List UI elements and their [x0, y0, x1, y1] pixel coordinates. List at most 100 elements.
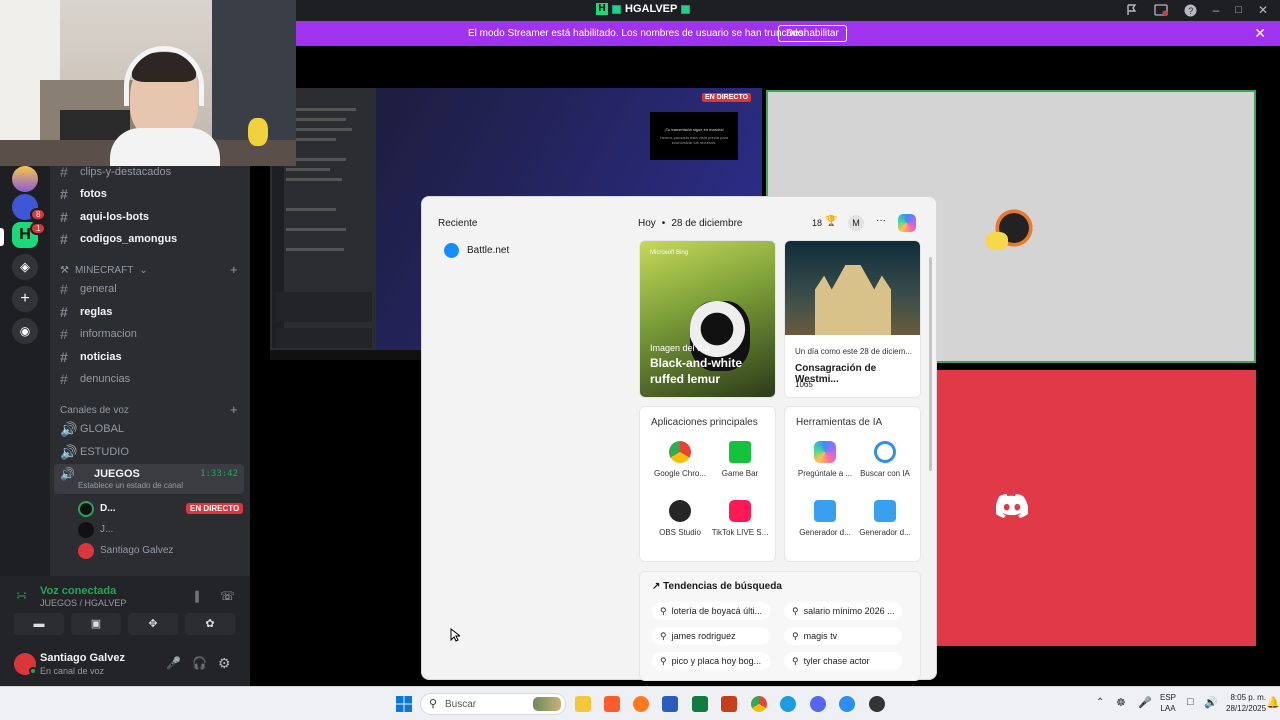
clock[interactable]: 8:05 p. m. 28/12/2025: [1226, 692, 1266, 714]
channel-denuncias[interactable]: # denuncias: [60, 369, 130, 389]
channel-noticias[interactable]: # noticias: [60, 347, 122, 367]
app-label: Game Bar: [721, 469, 759, 478]
ai-generator-1[interactable]: Generador d...: [795, 500, 855, 537]
hash-icon: #: [60, 326, 68, 342]
more-options-button[interactable]: ···: [876, 215, 886, 226]
language-indicator[interactable]: ESP LAA: [1160, 692, 1176, 714]
disable-streamer-button[interactable]: Deshabilitar: [778, 25, 847, 42]
windows-start-icon[interactable]: [396, 696, 412, 712]
search-trends-card: ↗ Tendencias de búsqueda ⚲ lotería de boy…: [639, 571, 921, 681]
channel-codigos-amongus[interactable]: # codigos_amongus: [60, 229, 177, 249]
image-of-day-card[interactable]: Microsoft Bing Imagen del día Black-and-…: [639, 240, 776, 398]
channel-status[interactable]: Establece un estado de canal: [78, 481, 183, 490]
microphone-icon[interactable]: 🎤: [166, 656, 181, 670]
voice-user-row[interactable]: Santiago Galvez: [78, 542, 244, 560]
trend-item[interactable]: ⚲ tyler chase actor: [784, 652, 902, 670]
help-icon[interactable]: ?: [1184, 4, 1197, 17]
voice-status[interactable]: Voz conectada: [40, 585, 116, 597]
app-obs-studio[interactable]: OBS Studio: [650, 500, 710, 537]
speaker-icon: 🔊: [60, 467, 75, 481]
flag-icon[interactable]: [1126, 4, 1138, 16]
activities-button[interactable]: ✥: [128, 613, 178, 635]
chevron-up-icon[interactable]: ⌃: [1096, 697, 1104, 708]
word-icon[interactable]: [662, 696, 678, 712]
add-voice-channel-button[interactable]: +: [230, 402, 238, 417]
voice-channel-juegos[interactable]: 🔊 JUEGOS 1:33:42 Establece un estado de …: [54, 464, 244, 494]
screen-share-button[interactable]: ▣: [71, 613, 121, 635]
channel-fotos[interactable]: # fotos: [60, 184, 107, 204]
add-server-icon[interactable]: +: [12, 286, 38, 312]
voice-location[interactable]: JUEGOS / HGALVEP: [40, 598, 126, 608]
participant-tile-discord[interactable]: [937, 370, 1256, 646]
banner-text: El modo Streamer está habilitado. Los no…: [468, 28, 806, 39]
channel-reglas[interactable]: # reglas: [60, 302, 112, 322]
speaker-icon: 🔊: [60, 443, 78, 460]
profile-avatar[interactable]: M: [848, 215, 864, 231]
duck-sticker: [986, 232, 1008, 250]
discover-icon[interactable]: ◈: [12, 254, 38, 280]
ai-search[interactable]: Buscar con IA: [855, 441, 915, 478]
app-tiktok-live[interactable]: TikTok LIVE S...: [710, 500, 770, 537]
camera-off-button[interactable]: ▬: [14, 613, 64, 635]
copilot-icon[interactable]: [898, 214, 916, 232]
inbox-icon[interactable]: [1153, 4, 1168, 16]
user-name[interactable]: Santiago Galvez: [40, 652, 125, 664]
server-icon[interactable]: [12, 166, 38, 192]
category-minecraft[interactable]: ⚒ MINECRAFT ⌄: [60, 265, 148, 276]
app-game-bar[interactable]: Game Bar: [710, 441, 770, 478]
soundboard-icon[interactable]: ∥: [194, 589, 200, 603]
tray-icon[interactable]: ☸: [1116, 696, 1126, 709]
powerpoint-icon[interactable]: [721, 696, 737, 712]
trend-text: pico y placa hoy bog...: [671, 656, 762, 666]
category-voice[interactable]: Canales de voz: [60, 405, 129, 416]
discord-taskbar-icon[interactable]: [810, 696, 826, 712]
lang-primary: ESP: [1160, 693, 1177, 702]
add-channel-button[interactable]: +: [230, 262, 238, 277]
network-icon[interactable]: □: [1187, 696, 1194, 708]
minimize-button[interactable]: –: [1213, 3, 1220, 17]
voice-channel-estudio[interactable]: 🔊 ESTUDIO: [60, 442, 129, 462]
taskbar-search[interactable]: ⚲ Buscar: [420, 693, 566, 715]
channel-informacion[interactable]: # informacion: [60, 324, 137, 344]
voice-user-row[interactable]: D... EN DIRECTO: [78, 500, 244, 518]
notifications-icon[interactable]: 🔔: [1266, 696, 1280, 709]
voice-user-row[interactable]: J...: [78, 521, 244, 539]
soundboard-button[interactable]: ✿: [185, 613, 235, 635]
ai-ask-copilot[interactable]: Pregúntale a ...: [795, 441, 855, 478]
trend-item[interactable]: ⚲ lotería de boyacá últi...: [652, 602, 770, 620]
file-explorer-icon[interactable]: [575, 696, 591, 712]
chrome-icon[interactable]: [751, 696, 767, 712]
maximize-button[interactable]: □: [1235, 4, 1242, 16]
weather-temp[interactable]: 18: [812, 218, 822, 228]
disconnect-icon[interactable]: ☏: [220, 589, 235, 603]
close-banner-icon[interactable]: ✕: [1254, 26, 1266, 40]
app-google-chrome[interactable]: Google Chro...: [650, 441, 710, 478]
channel-general[interactable]: # general: [60, 279, 117, 299]
scrollbar[interactable]: [929, 257, 932, 471]
headphones-icon[interactable]: 🎧: [192, 656, 207, 670]
recent-item-battlenet[interactable]: Battle.net: [444, 243, 509, 258]
edge-icon[interactable]: [780, 696, 796, 712]
title-bar: H HGALVEP ? – □ ✕: [296, 0, 1280, 21]
obs-taskbar-icon[interactable]: [869, 696, 885, 712]
voice-channel-global[interactable]: 🔊 GLOBAL: [60, 419, 124, 439]
excel-icon[interactable]: [692, 696, 708, 712]
microphone-tray-icon[interactable]: 🎤: [1138, 696, 1152, 709]
brave-icon[interactable]: [604, 696, 620, 712]
firefox-icon[interactable]: [633, 696, 649, 712]
close-window-button[interactable]: ✕: [1258, 3, 1268, 17]
settings-gear-icon[interactable]: ⚙: [218, 655, 231, 672]
trend-item[interactable]: ⚲ james rodriguez: [652, 627, 770, 645]
volume-icon[interactable]: 🔊: [1204, 696, 1218, 709]
channel-name: informacion: [80, 328, 137, 340]
app-taskbar-icon[interactable]: [839, 696, 855, 712]
channel-clips[interactable]: # clips-y-destacados: [60, 162, 171, 182]
ai-generator-2[interactable]: Generador d...: [855, 500, 915, 537]
trend-item[interactable]: ⚲ pico y placa hoy bog...: [652, 652, 770, 670]
trend-item[interactable]: ⚲ magis tv: [784, 627, 902, 645]
game-bar-icon: [729, 441, 751, 463]
trend-item[interactable]: ⚲ salario mínimo 2026 ...: [784, 602, 902, 620]
channel-aqui-los-bots[interactable]: # aqui-los-bots: [60, 207, 149, 227]
explore-icon[interactable]: ◉: [12, 318, 38, 344]
history-card[interactable]: Un día como este 28 de diciem... Consagr…: [784, 240, 921, 398]
